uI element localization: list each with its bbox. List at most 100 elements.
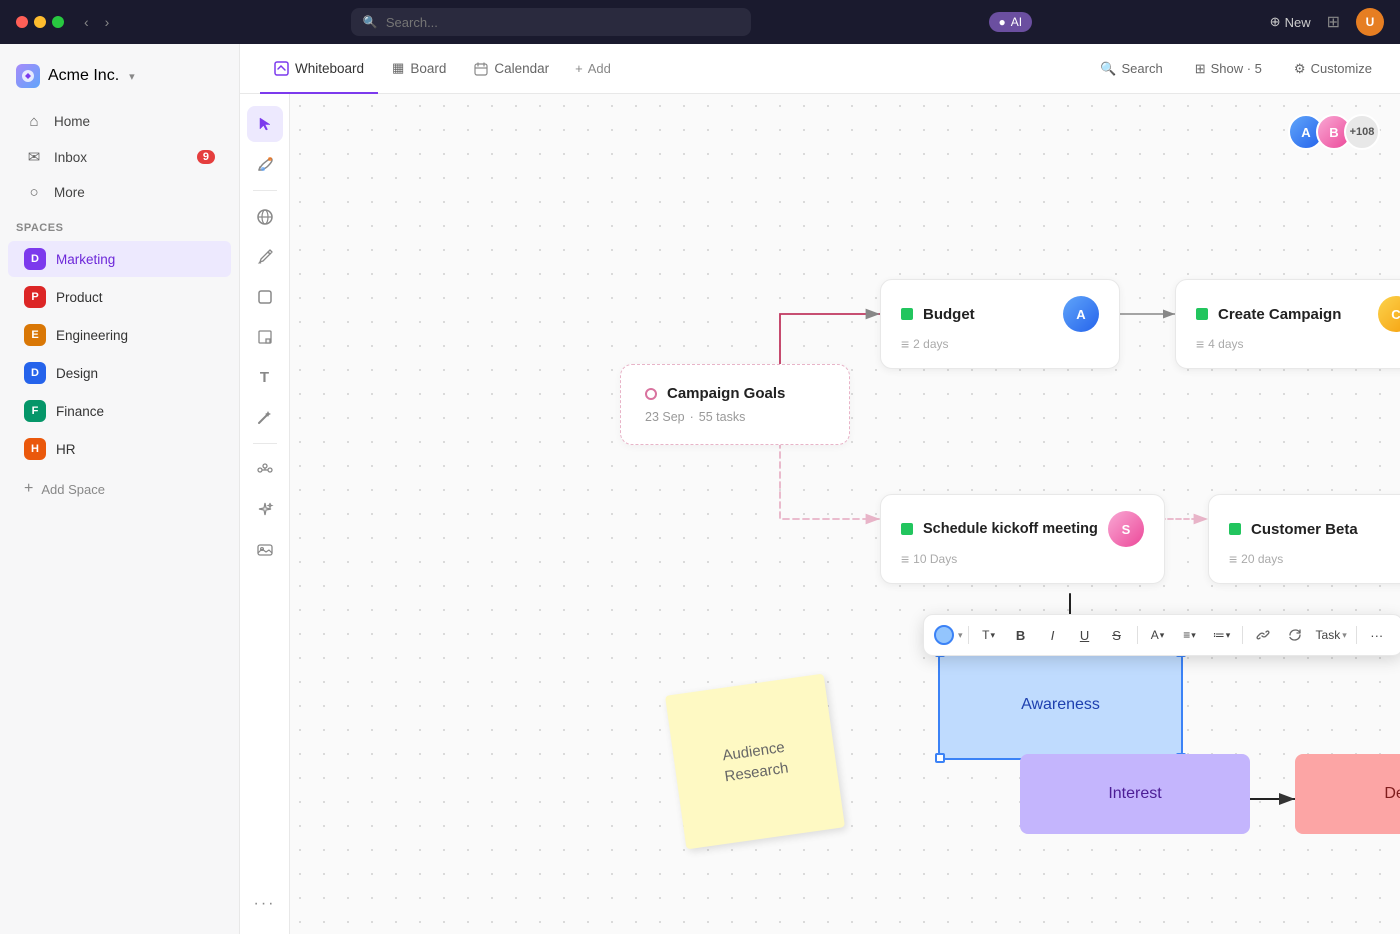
forward-button[interactable]: ›: [101, 12, 114, 32]
decision-shape[interactable]: Decision: [1295, 754, 1400, 834]
add-tab-icon: +: [575, 61, 583, 76]
italic-btn[interactable]: I: [1038, 621, 1068, 649]
grid-icon[interactable]: ⊞: [1327, 12, 1340, 32]
customer-beta-card[interactable]: Customer Beta G 20 days: [1208, 494, 1400, 584]
show-action[interactable]: ⊞ Show · 5: [1187, 57, 1270, 81]
create-campaign-card[interactable]: Create Campaign C 4 days: [1175, 279, 1400, 369]
search-action[interactable]: 🔍 Search: [1092, 57, 1170, 81]
create-campaign-duration: 4 days: [1196, 336, 1400, 352]
font-btn[interactable]: T ▾: [974, 621, 1004, 649]
budget-card[interactable]: Budget A 2 days: [880, 279, 1120, 369]
refresh-btn[interactable]: [1280, 621, 1310, 649]
global-search[interactable]: 🔍: [351, 8, 751, 36]
minimize-dot[interactable]: [34, 16, 46, 28]
resize-handle-bl[interactable]: [935, 753, 945, 763]
budget-title: Budget: [923, 306, 975, 323]
design-icon: D: [24, 362, 46, 384]
board-tab-label: Board: [410, 61, 446, 76]
magic-tool[interactable]: [247, 399, 283, 435]
font-size-btn[interactable]: A ▾: [1143, 621, 1173, 649]
calendar-tab-icon: [474, 60, 488, 76]
close-dot[interactable]: [16, 16, 28, 28]
sidebar-item-product[interactable]: P Product: [8, 279, 231, 315]
customize-action[interactable]: ⚙ Customize: [1286, 57, 1380, 81]
schedule-kickoff-card[interactable]: Schedule kickoff meeting S 10 Days: [880, 494, 1165, 584]
add-tab-label: Add: [588, 61, 611, 76]
sidebar-item-design[interactable]: D Design: [8, 355, 231, 391]
sidebar-item-home[interactable]: ⌂ Home: [8, 105, 231, 138]
text-tool[interactable]: T: [247, 359, 283, 395]
note-tool[interactable]: [247, 319, 283, 355]
sidebar-item-engineering[interactable]: E Engineering: [8, 317, 231, 353]
bold-btn[interactable]: B: [1006, 621, 1036, 649]
ai-button[interactable]: ● AI: [989, 12, 1033, 32]
more-tools-button[interactable]: ···: [247, 886, 283, 922]
globe-tool[interactable]: [247, 199, 283, 235]
connect-tool[interactable]: [247, 452, 283, 488]
inbox-label: Inbox: [54, 150, 87, 165]
brand-icon: [16, 64, 40, 88]
sidebar: Acme Inc. ▾ ⌂ Home ✉ Inbox 9 ○ More Spac…: [0, 44, 240, 934]
main-layout: Acme Inc. ▾ ⌂ Home ✉ Inbox 9 ○ More Spac…: [0, 44, 1400, 934]
ai-label: AI: [1011, 15, 1022, 29]
tabbar: Whiteboard ▦ Board Calendar +: [240, 44, 1400, 94]
create-campaign-title: Create Campaign: [1218, 306, 1341, 323]
tab-whiteboard[interactable]: Whiteboard: [260, 45, 378, 94]
add-space-button[interactable]: + Add Space: [8, 472, 231, 506]
draw-tool[interactable]: [247, 146, 283, 182]
task-btn[interactable]: Task ▾: [1312, 628, 1351, 642]
image-tool[interactable]: [247, 532, 283, 568]
tab-board[interactable]: ▦ Board: [378, 45, 460, 94]
show-action-icon: ⊞: [1195, 61, 1206, 77]
whiteboard-canvas[interactable]: T: [240, 94, 1400, 934]
more-format-btn[interactable]: ···: [1362, 621, 1392, 649]
schedule-title: Schedule kickoff meeting: [923, 521, 1098, 537]
brand-name: Acme Inc.: [48, 67, 119, 85]
shape-tool[interactable]: [247, 279, 283, 315]
brand[interactable]: Acme Inc. ▾: [0, 56, 239, 104]
campaign-goals-card[interactable]: Campaign Goals 23 Sep · 55 tasks: [620, 364, 850, 445]
more-label: More: [54, 185, 85, 200]
list-btn[interactable]: ≔ ▾: [1207, 621, 1237, 649]
strikethrough-btn[interactable]: S: [1102, 621, 1132, 649]
schedule-duration: 10 Days: [901, 551, 1144, 567]
sparkle-tool[interactable]: [247, 492, 283, 528]
board-tab-icon: ▦: [392, 60, 404, 76]
align-btn[interactable]: ≡ ▾: [1175, 621, 1205, 649]
maximize-dot[interactable]: [52, 16, 64, 28]
engineering-icon: E: [24, 324, 46, 346]
sidebar-item-hr[interactable]: H HR: [8, 431, 231, 467]
design-label: Design: [56, 366, 98, 381]
budget-avatar: A: [1063, 296, 1099, 332]
search-input[interactable]: [386, 15, 739, 30]
color-chevron-icon: ▾: [958, 630, 963, 641]
decision-label: Decision: [1384, 785, 1400, 803]
underline-btn[interactable]: U: [1070, 621, 1100, 649]
spaces-section-label: Spaces: [0, 210, 239, 240]
back-button[interactable]: ‹: [80, 12, 93, 32]
sticky-note[interactable]: AudienceResearch: [665, 674, 845, 850]
interest-shape[interactable]: Interest: [1020, 754, 1250, 834]
sidebar-item-marketing[interactable]: D Marketing: [8, 241, 231, 277]
sidebar-item-finance[interactable]: F Finance: [8, 393, 231, 429]
canvas[interactable]: A B +108: [290, 94, 1400, 934]
pen-tool[interactable]: [247, 239, 283, 275]
sidebar-item-inbox[interactable]: ✉ Inbox 9: [8, 140, 231, 174]
marketing-icon: D: [24, 248, 46, 270]
sidebar-item-more[interactable]: ○ More: [8, 176, 231, 209]
link-btn[interactable]: [1248, 621, 1278, 649]
whiteboard-tab-label: Whiteboard: [295, 61, 364, 76]
user-avatar[interactable]: U: [1356, 8, 1384, 36]
select-tool[interactable]: [247, 106, 283, 142]
marketing-label: Marketing: [56, 252, 115, 267]
schedule-avatar: S: [1108, 511, 1144, 547]
brand-chevron-icon: ▾: [129, 70, 135, 83]
tab-add[interactable]: + Add: [563, 61, 623, 76]
awareness-shape[interactable]: Awareness: [938, 650, 1183, 760]
tab-calendar[interactable]: Calendar: [460, 45, 563, 94]
color-picker[interactable]: ▾: [934, 625, 963, 645]
interest-label: Interest: [1108, 785, 1161, 803]
add-space-label: Add Space: [41, 482, 105, 497]
new-button[interactable]: ⊕ New: [1270, 14, 1311, 30]
customer-beta-duration: 20 days: [1229, 551, 1400, 567]
